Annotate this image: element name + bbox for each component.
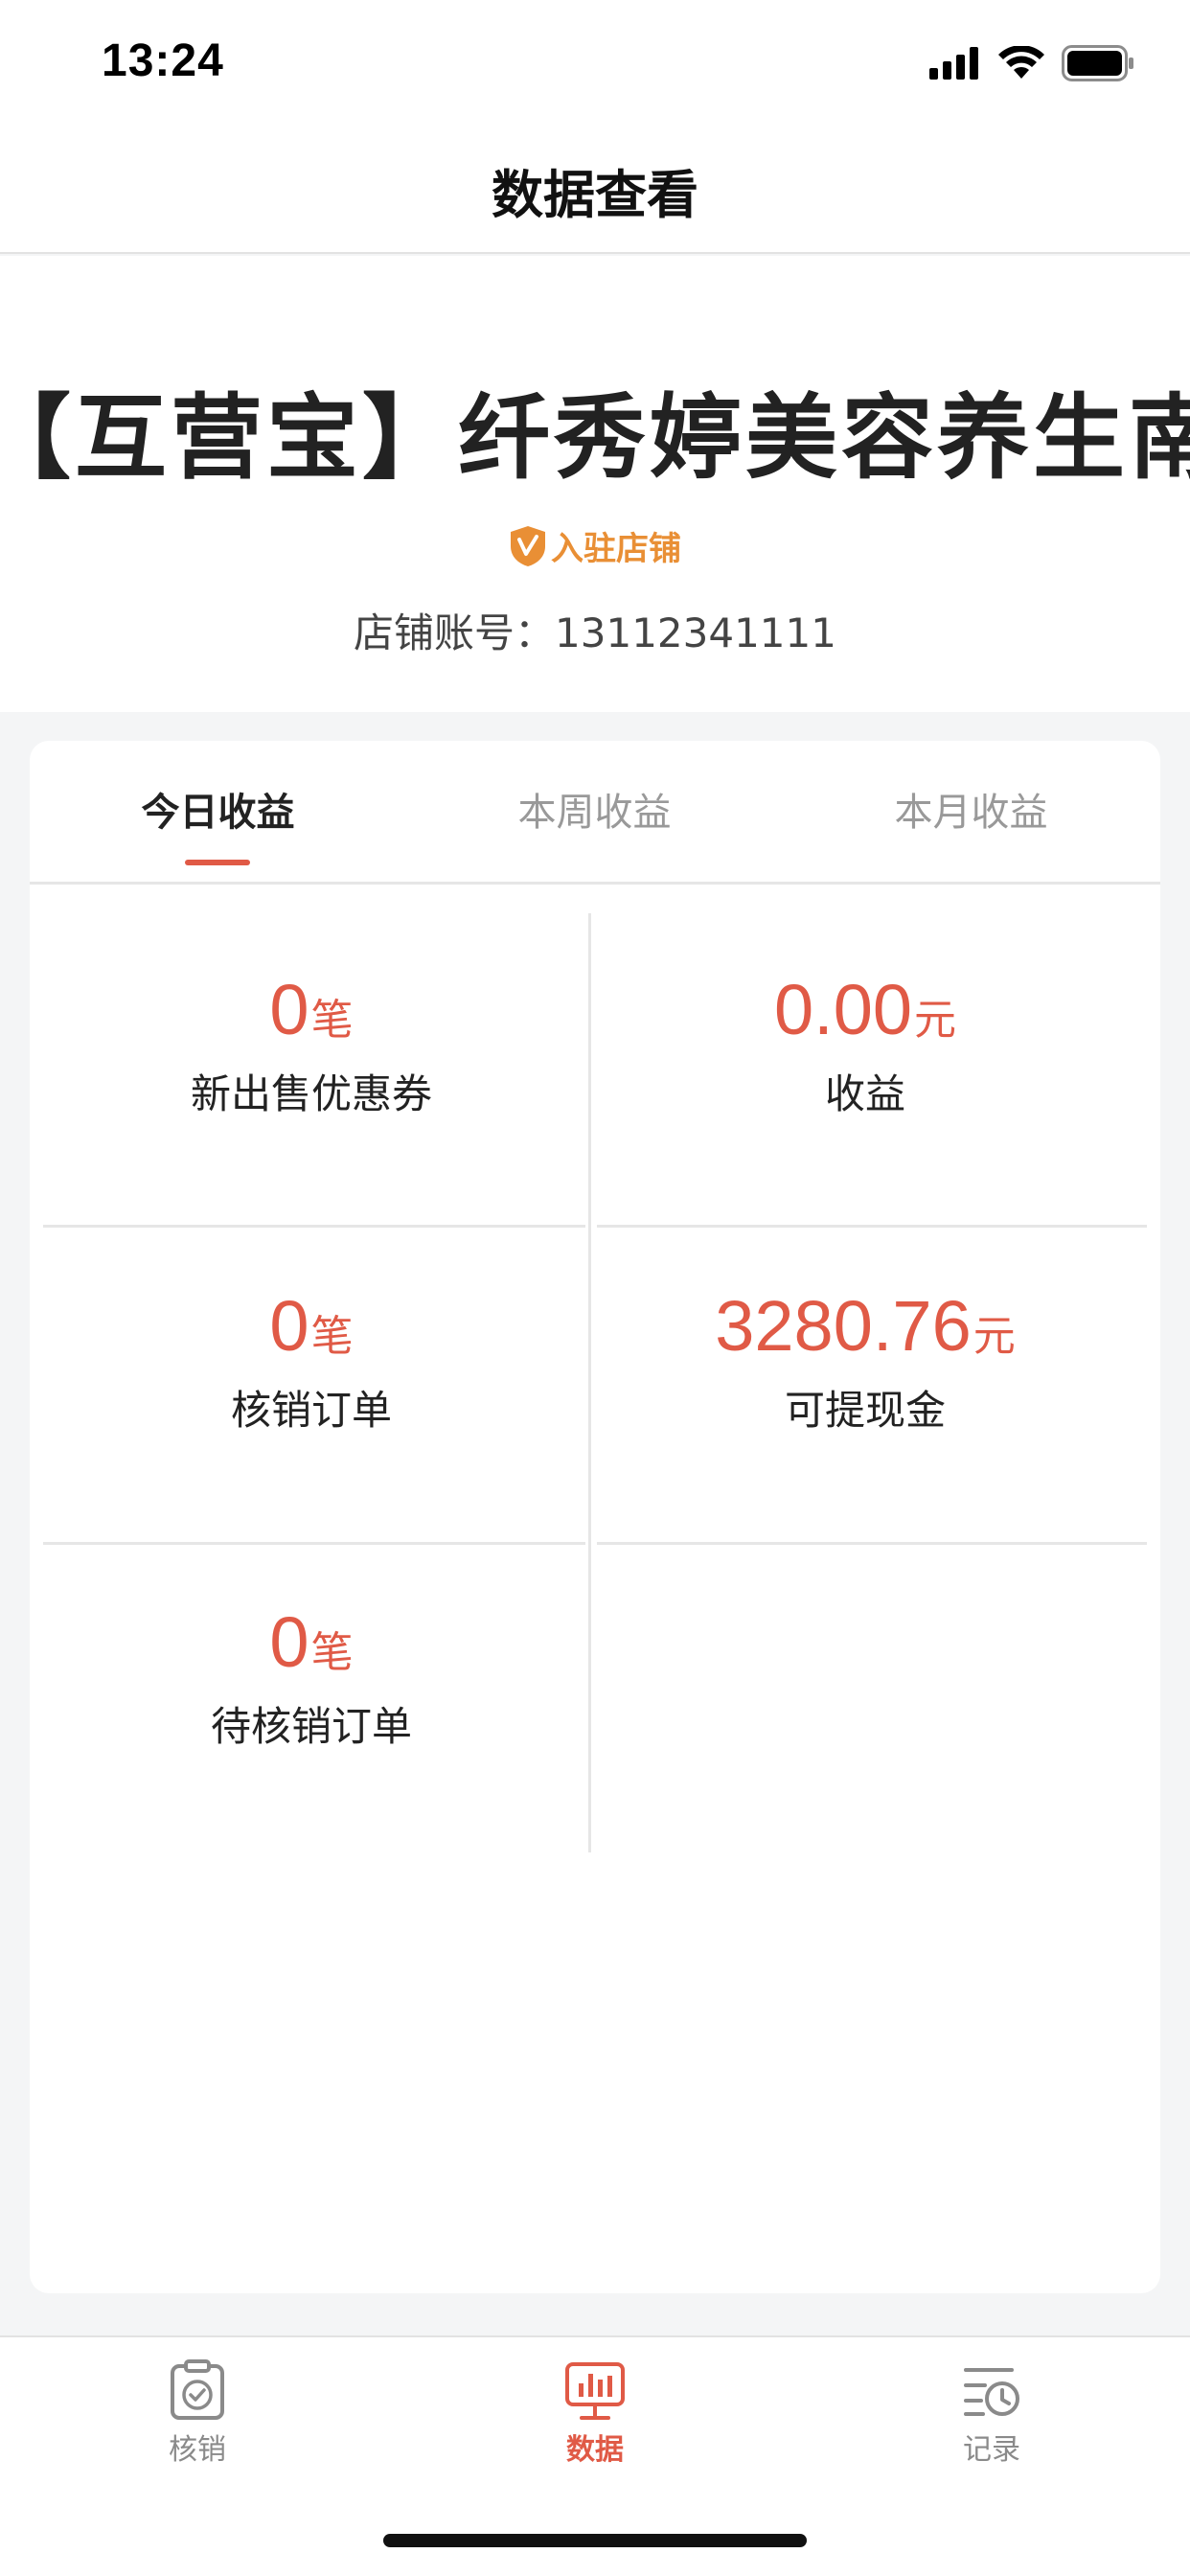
account-number: 13112341111 (555, 610, 836, 656)
store-badge: 入驻店铺 (0, 522, 1190, 569)
page-title: 数据查看 (492, 165, 698, 225)
stat-earnings: 0.00 元 收益 (597, 969, 1133, 1120)
status-bar: 13:24 (0, 0, 1190, 129)
stat-label: 核销订单 (230, 1387, 392, 1434)
account-label: 店铺账号： (354, 610, 556, 656)
stat-withdrawable-cash: 3280.76 元 可提现金 (597, 1285, 1133, 1437)
chart-monitor-icon (565, 2362, 625, 2420)
stat-pending-orders: 0笔 待核销订单 (43, 1601, 580, 1753)
wifi-icon (998, 46, 1044, 79)
battery-icon (1062, 45, 1133, 81)
tabbar-label: 数据 (566, 2433, 624, 2467)
stat-value: 3280.76 (715, 1286, 972, 1366)
screen: 13:24 数据查看 【互营宝】纤秀婷美容养生南坪店 (0, 0, 1190, 2576)
store-header: 【互营宝】纤秀婷美容养生南坪店 入驻店铺 店铺账号：13112341111 (0, 256, 1190, 712)
stat-label: 可提现金 (784, 1387, 946, 1434)
status-icons (929, 42, 1134, 84)
grid-divider-horizontal (597, 1225, 1147, 1228)
stat-label: 待核销订单 (210, 1703, 412, 1750)
grid-divider-vertical (588, 913, 591, 1852)
stat-label: 新出售优惠券 (190, 1070, 432, 1117)
tab-month[interactable]: 本月收益 (783, 781, 1159, 837)
stat-unit: 笔 (310, 1628, 354, 1677)
nav-bar: 数据查看 (0, 129, 1190, 254)
history-list-icon (964, 2368, 1019, 2416)
stat-value: 0 (269, 1286, 309, 1366)
stat-new-coupons: 0笔 新出售优惠券 (43, 969, 580, 1120)
tabbar-item-data[interactable]: 数据 (490, 2358, 700, 2468)
grid-divider-horizontal (43, 1542, 585, 1545)
stat-unit: 笔 (310, 996, 354, 1045)
stat-unit: 元 (914, 996, 957, 1045)
clipboard-check-icon (171, 2359, 224, 2420)
tab-today[interactable]: 今日收益 (30, 781, 406, 837)
tabbar-label: 核销 (169, 2433, 226, 2467)
badge-label: 入驻店铺 (551, 530, 681, 568)
tabbar-label: 记录 (963, 2433, 1020, 2467)
stat-redeemed-orders: 0笔 核销订单 (43, 1285, 580, 1437)
stat-unit: 笔 (310, 1312, 354, 1361)
stat-value: 0 (269, 1602, 309, 1682)
stat-unit: 元 (973, 1312, 1016, 1361)
store-name: 【互营宝】纤秀婷美容养生南坪店 (0, 384, 1190, 492)
stat-value: 0.00 (773, 970, 913, 1049)
grid-divider-horizontal (597, 1542, 1147, 1545)
tabbar-item-redeem[interactable]: 核销 (92, 2358, 303, 2468)
store-account: 店铺账号：13112341111 (0, 601, 1190, 659)
grid-divider-horizontal (43, 1225, 585, 1228)
status-time: 13:24 (102, 35, 224, 86)
earnings-card: 今日收益 本周收益 本月收益 0笔 新出售优惠券 0.00 元 收益 0笔 核销订… (30, 741, 1160, 2293)
stat-value: 0 (269, 970, 309, 1049)
tab-week[interactable]: 本周收益 (406, 781, 783, 837)
verified-shield-icon (511, 525, 545, 566)
stat-label: 收益 (824, 1070, 905, 1117)
tabbar-item-records[interactable]: 记录 (886, 2358, 1097, 2468)
active-tab-indicator (185, 860, 250, 865)
home-indicator (383, 2534, 807, 2547)
cellular-signal-icon (929, 47, 978, 80)
period-tabs: 今日收益 本周收益 本月收益 (30, 741, 1160, 885)
